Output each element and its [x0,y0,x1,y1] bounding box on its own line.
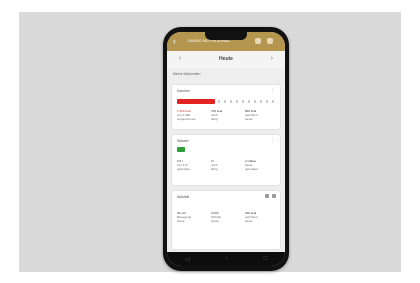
stat-label: getrunken [177,167,191,171]
stat-column: 700 kcal noch übrig [211,109,242,121]
stats-row: 0,5 l von 2,5 l getrunken 2 l noch übrig… [177,159,276,171]
stat-label: heute [245,219,253,223]
nav-back-icon[interactable]: ◁ [185,256,190,263]
stat-label: übrig [211,117,218,121]
app-screen: ‹ DIARIO NUTRICIONAL ‹ Heute › Meine Mah… [167,32,285,266]
nav-recent-icon[interactable]: □ [264,256,268,262]
stat-label: heute [177,219,185,223]
stat-label: heute [245,117,253,121]
stat-column: 30 min Bewegung heute [177,211,208,223]
calories-progress-bar [177,99,215,104]
stat-column: 2 l noch übrig [211,159,242,171]
day-label: Heute [219,56,233,62]
phone-notch [205,32,247,40]
activity-card[interactable]: Aktivität 30 min Bewegung heute 3.200 Sc… [172,191,280,249]
stats-row: 30 min Bewegung heute 3.200 Schritte heu… [177,211,276,223]
system-navbar: ◁ ○ □ [167,252,285,266]
stats-row: 1.500 kcal von 2.000 eingenommen 700 kca… [177,109,276,121]
stat-label: eingenommen [177,117,197,121]
water-progress-bar [177,147,185,152]
progress-scale [218,100,276,103]
back-icon[interactable]: ‹ [173,35,176,47]
section-title: Meine Mahlzeiten [173,72,201,76]
stat-column: 800 kcal verbrannt heute [245,109,276,121]
nav-home-icon[interactable]: ○ [225,256,229,262]
stat-label: getrunken [245,167,259,171]
stat-column: 3.200 Schritte heute [211,211,242,223]
settings-icon[interactable] [272,194,276,198]
calories-card[interactable]: Kalorien ⋮ 1.500 kcal von 2.000 eingenom… [172,85,280,129]
more-icon[interactable]: ⋮ [270,138,275,144]
phone-mockup: ‹ DIARIO NUTRICIONAL ‹ Heute › Meine Mah… [163,27,289,271]
card-title: Wasser [177,139,189,143]
stat-label: übrig [211,167,218,171]
day-navigation: ‹ Heute › [167,51,285,68]
stat-column: 2 Gläser heute getrunken [245,159,276,171]
water-card[interactable]: Wasser ⋮ 0,5 l von 2,5 l getrunken 2 l n… [172,135,280,185]
menu-icon[interactable] [267,38,273,44]
stat-column: 0,5 l von 2,5 l getrunken [177,159,208,171]
calendar-icon[interactable] [255,38,261,44]
stat-column: 1.500 kcal von 2.000 eingenommen [177,109,208,121]
card-title: Aktivität [177,195,190,199]
more-icon[interactable]: ⋮ [270,88,275,94]
next-day-icon[interactable]: › [271,55,273,62]
stat-column: 200 kcal verbrannt heute [245,211,276,223]
info-icon[interactable] [265,194,269,198]
stat-label: heute [211,219,219,223]
card-title: Kalorien [177,89,190,93]
